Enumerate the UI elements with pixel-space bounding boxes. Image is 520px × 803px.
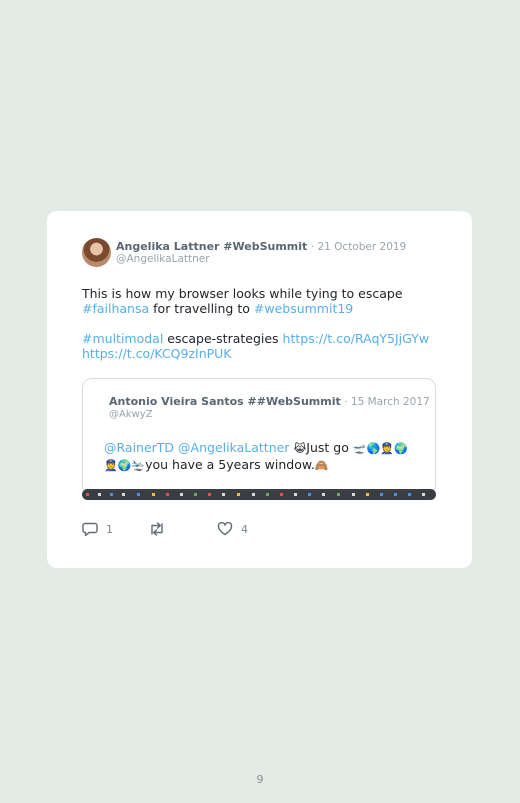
tweet-text: This is how my browser looks while tying…	[82, 286, 442, 361]
travel-emoji-icons: 🛫🌎👮🌍	[352, 442, 408, 455]
quoted-tweet[interactable]: Antonio Vieira Santos ##WebSummit · 15 M…	[82, 378, 436, 496]
quoted-handle[interactable]: @AkwyZ	[109, 409, 153, 420]
tweet-line-2: #failhansa for travelling to #websummit1…	[82, 301, 442, 316]
tweet-link-2[interactable]: https://t.co/KCQ9zInPUK	[82, 346, 232, 361]
browser-tabs-image[interactable]	[82, 489, 436, 500]
tweet-line-3: #multimodal escape-strategies https://t.…	[82, 331, 442, 346]
hashtag-websummit19[interactable]: #websummit19	[254, 301, 353, 316]
author-name[interactable]: Angelika Lattner #WebSummit	[116, 240, 307, 253]
reply-count: 1	[106, 523, 113, 536]
page-number: 9	[256, 773, 264, 786]
retweet-icon	[151, 522, 163, 536]
reply-icon	[82, 522, 98, 537]
quoted-author-name[interactable]: Antonio Vieira Santos ##WebSummit	[109, 395, 341, 408]
hashtag-multimodal[interactable]: #multimodal	[82, 331, 163, 346]
quoted-text-span: you have a 5years window.	[145, 457, 315, 472]
avatar[interactable]	[82, 238, 111, 267]
like-count: 4	[241, 522, 248, 536]
tweet-card: Angelika Lattner #WebSummit · 21 October…	[47, 211, 472, 568]
quoted-date[interactable]: · 15 March 2017	[344, 396, 429, 408]
retweet-action[interactable]	[148, 522, 174, 536]
author-line: Angelika Lattner #WebSummit · 21 October…	[116, 240, 406, 253]
tweet-text-span: for travelling to	[149, 301, 254, 316]
tweet-link-1[interactable]: https://t.co/RAqY5JjGYw	[283, 331, 430, 346]
heart-icon	[217, 522, 233, 536]
tweet-text-span: escape-strategies	[163, 331, 283, 346]
quoted-text: @RainerTD @AngelikaLattner 😹Just go 🛫🌎👮🌍…	[104, 440, 408, 474]
author-handle[interactable]: @AngelikaLattner	[116, 253, 210, 265]
quoted-text-span: Just go	[306, 440, 353, 455]
globe-emoji-icons: 👮🌍🛬	[104, 459, 146, 472]
hashtag-failhansa[interactable]: #failhansa	[82, 301, 149, 316]
tweet-date[interactable]: · 21 October 2019	[311, 241, 406, 253]
quoted-author-line: Antonio Vieira Santos ##WebSummit · 15 M…	[109, 395, 430, 408]
tweet-line-4: https://t.co/KCQ9zInPUK	[82, 346, 442, 361]
like-action[interactable]: 4	[217, 522, 248, 536]
tweet-line-1: This is how my browser looks while tying…	[82, 286, 403, 301]
cat-emoji-icon: 😹	[293, 442, 307, 455]
mention-angelikalattner[interactable]: @AngelikaLattner	[178, 440, 289, 455]
reply-action[interactable]: 1	[82, 522, 113, 537]
monkey-emoji-icon: 🙈	[314, 459, 329, 472]
mention-rainertd[interactable]: @RainerTD	[104, 440, 174, 455]
